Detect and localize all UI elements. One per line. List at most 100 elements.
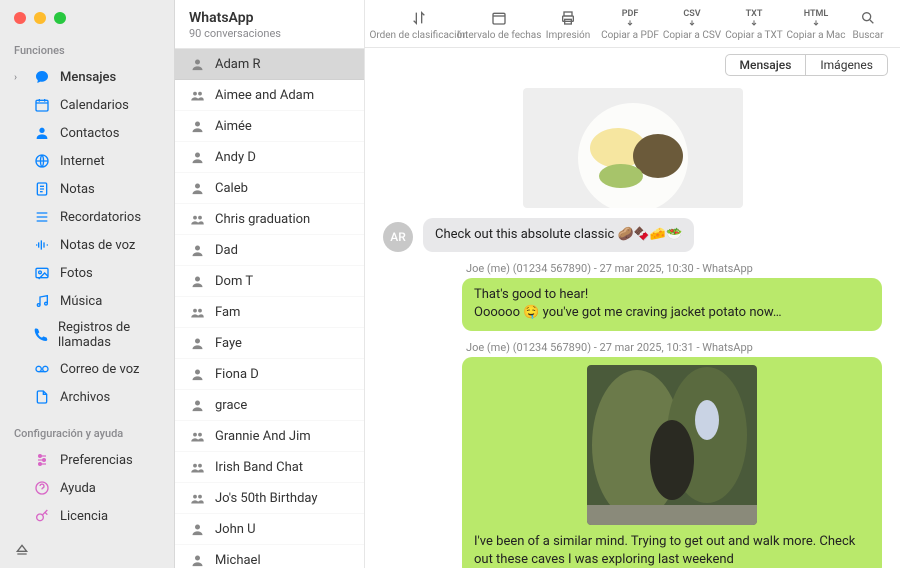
conversation-item[interactable]: Caleb (175, 173, 364, 204)
toolbar: Orden de clasificación Intervalo de fech… (365, 0, 900, 48)
copy-txt-button[interactable]: TXT Copiar a TXT (724, 6, 784, 43)
sidebar-item-label: Correo de voz (60, 362, 140, 377)
sidebar-item-preferences[interactable]: Preferencias (0, 446, 174, 474)
txt-icon: TXT (746, 8, 763, 28)
sidebar-item-reminders[interactable]: Recordatorios (0, 203, 174, 231)
sidebar-item-call-logs[interactable]: Registros de llamadas (0, 315, 174, 355)
conversation-name: Dad (215, 243, 238, 258)
person-icon (189, 242, 205, 258)
group-icon (189, 211, 205, 227)
conversation-column: WhatsApp 90 conversaciones Adam R Aimee a… (175, 0, 365, 568)
conversation-name: Dom T (215, 274, 253, 289)
group-icon (189, 459, 205, 475)
person-icon (189, 118, 205, 134)
conversation-item[interactable]: Faye (175, 328, 364, 359)
sort-label: Orden de clasificación (369, 30, 467, 41)
date-range-label: Intervalo de fechas (457, 30, 542, 41)
conversation-item[interactable]: Michael (175, 545, 364, 568)
print-button[interactable]: Impresión (538, 6, 598, 43)
conversation-item[interactable]: Fiona D (175, 359, 364, 390)
sidebar-item-help[interactable]: Ayuda (0, 474, 174, 502)
conversation-item[interactable]: Andy D (175, 142, 364, 173)
window-controls (0, 0, 174, 40)
chat-bubble: Check out this absolute classic 🥔🍫🧀🥗 (423, 218, 694, 252)
conversation-item[interactable]: Chris graduation (175, 204, 364, 235)
person-icon (189, 273, 205, 289)
sidebar-item-internet[interactable]: Internet (0, 147, 174, 175)
sidebar-item-notes[interactable]: Notas (0, 175, 174, 203)
conversation-source-title: WhatsApp (189, 10, 350, 26)
main-panel: Orden de clasificación Intervalo de fech… (365, 0, 900, 568)
conversation-item[interactable]: Dom T (175, 266, 364, 297)
date-range-button[interactable]: Intervalo de fechas (462, 6, 536, 43)
sidebar-item-label: Música (60, 294, 102, 309)
sidebar-item-voice-notes[interactable]: Notas de voz (0, 231, 174, 259)
message-icon (33, 68, 51, 86)
sidebar-item-files[interactable]: Archivos (0, 383, 174, 411)
search-label: Buscar (853, 30, 884, 41)
conversation-name: Grannie And Jim (215, 429, 311, 444)
copy-pdf-button[interactable]: PDF Copiar a PDF (600, 6, 660, 43)
conversation-item[interactable]: Fam (175, 297, 364, 328)
sidebar-item-photos[interactable]: Fotos (0, 259, 174, 287)
sidebar-item-label: Recordatorios (60, 210, 141, 225)
conversation-name: Adam R (215, 57, 261, 72)
sidebar-item-contacts[interactable]: Contactos (0, 119, 174, 147)
sidebar-item-label: Notas (60, 182, 95, 197)
conversation-item[interactable]: Aimée (175, 111, 364, 142)
conversation-name: Jo's 50th Birthday (215, 491, 318, 506)
sidebar: Funciones › Mensajes Calendarios Contact… (0, 0, 175, 568)
voicemail-icon (33, 360, 51, 378)
sidebar-item-label: Registros de llamadas (58, 320, 160, 350)
minimize-window-button[interactable] (34, 12, 46, 24)
copy-csv-button[interactable]: CSV Copiar a CSV (662, 6, 722, 43)
view-tabs: Mensajes Imágenes (365, 48, 900, 82)
search-button[interactable]: Buscar (848, 6, 888, 43)
chat-bubble-text: I've been of a similar mind. Trying to g… (474, 534, 855, 567)
sort-button[interactable]: Orden de clasificación (377, 6, 460, 43)
sidebar-item-calendars[interactable]: Calendarios (0, 91, 174, 119)
group-icon (189, 304, 205, 320)
conversation-name: Faye (215, 336, 242, 351)
copy-html-button[interactable]: HTML Copiar a Mac (786, 6, 846, 43)
note-icon (33, 180, 51, 198)
conversation-name: Fam (215, 305, 240, 320)
chat-bubble: I've been of a similar mind. Trying to g… (462, 357, 882, 568)
conversation-item[interactable]: Aimee and Adam (175, 80, 364, 111)
search-icon (860, 8, 876, 28)
maximize-window-button[interactable] (54, 12, 66, 24)
conversation-name: Caleb (215, 181, 248, 196)
copy-html-label: Copiar a Mac (787, 30, 846, 41)
conversation-item[interactable]: Dad (175, 235, 364, 266)
chat-scroll-area[interactable]: AR Check out this absolute classic 🥔🍫🧀🥗 … (365, 82, 900, 568)
conversation-item[interactable]: Adam R (175, 49, 364, 80)
conversation-item[interactable]: Jo's 50th Birthday (175, 483, 364, 514)
chat-image[interactable] (474, 365, 870, 525)
conversation-count: 90 conversaciones (189, 27, 350, 40)
sidebar-item-voicemail[interactable]: Correo de voz (0, 355, 174, 383)
person-icon (189, 180, 205, 196)
person-icon (189, 335, 205, 351)
reminders-icon (33, 208, 51, 226)
group-icon (189, 87, 205, 103)
sidebar-item-music[interactable]: Música (0, 287, 174, 315)
sidebar-item-license[interactable]: Licencia (0, 502, 174, 530)
conversation-list[interactable]: Adam R Aimee and AdamAiméeAndy D Caleb Chri… (175, 49, 364, 568)
chat-image[interactable] (383, 88, 882, 208)
chat-bubble: That's good to hear! Oooooo 🤤 you've got… (462, 278, 882, 330)
sidebar-item-label: Notas de voz (60, 238, 135, 253)
eject-button[interactable] (0, 532, 174, 568)
chat-message-row: Joe (me) (01234 567890) - 27 mar 2025, 1… (383, 262, 882, 330)
conversation-item[interactable]: Irish Band Chat (175, 452, 364, 483)
sidebar-section-config: Configuración y ayuda (0, 423, 174, 446)
sidebar-item-messages[interactable]: › Mensajes (0, 63, 174, 91)
tab-images[interactable]: Imágenes (805, 54, 888, 76)
copy-txt-label: Copiar a TXT (725, 30, 783, 41)
tab-messages[interactable]: Mensajes (725, 54, 806, 76)
conversation-item[interactable]: grace (175, 390, 364, 421)
conversation-header: WhatsApp 90 conversaciones (175, 0, 364, 49)
close-window-button[interactable] (14, 12, 26, 24)
conversation-item[interactable]: John U (175, 514, 364, 545)
group-icon (189, 428, 205, 444)
conversation-item[interactable]: Grannie And Jim (175, 421, 364, 452)
